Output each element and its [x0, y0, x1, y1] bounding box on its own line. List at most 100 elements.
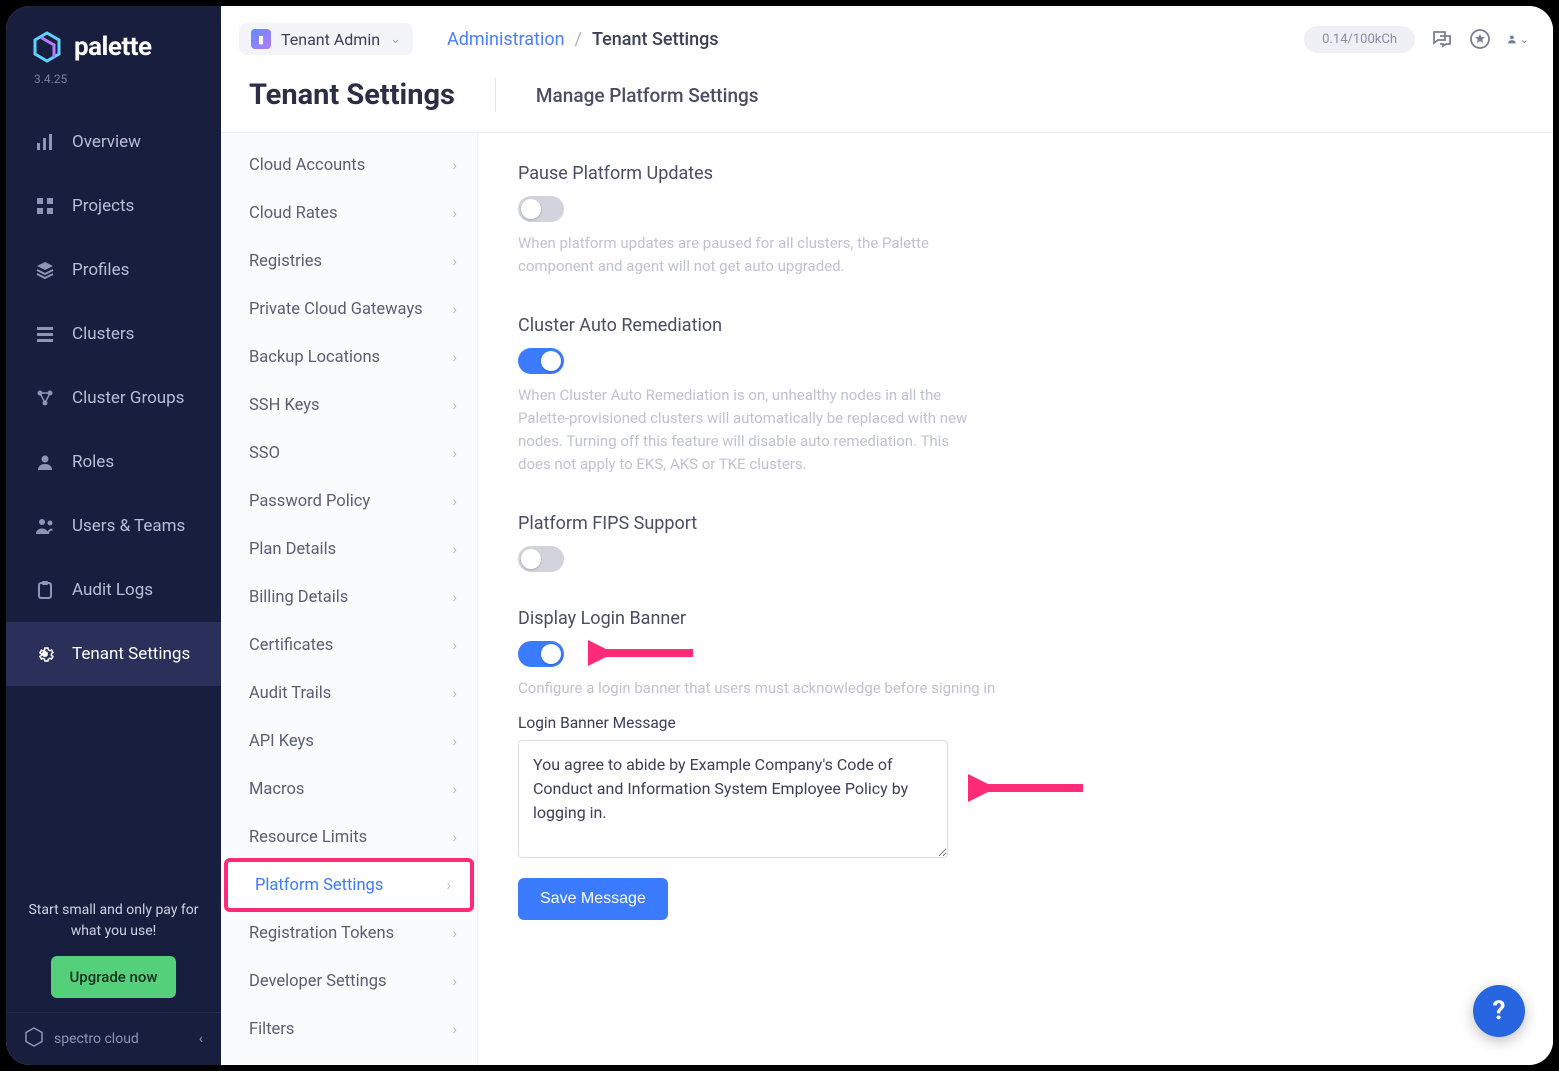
- settings-item-macros[interactable]: Macros›: [221, 765, 477, 813]
- clipboard-icon: [34, 579, 56, 601]
- nav-audit-logs[interactable]: Audit Logs: [6, 558, 221, 622]
- nav-label: Clusters: [72, 324, 134, 344]
- chevron-right-icon: ›: [452, 972, 457, 990]
- settings-item-platform-settings[interactable]: Platform Settings ›: [227, 861, 471, 909]
- login-banner-section: Display Login Banner Configure a login b…: [518, 608, 1038, 920]
- chevron-right-icon: ›: [452, 252, 457, 270]
- settings-item-registration-tokens[interactable]: Registration Tokens›: [221, 909, 477, 957]
- chevron-down-icon: ⌄: [390, 32, 401, 47]
- nav-label: Profiles: [72, 260, 129, 280]
- pause-updates-title: Pause Platform Updates: [518, 163, 978, 184]
- star-icon[interactable]: [1469, 28, 1491, 50]
- settings-item-resource-limits[interactable]: Resource Limits›: [221, 813, 477, 861]
- chevron-right-icon: ›: [452, 732, 457, 750]
- breadcrumb-admin[interactable]: Administration: [447, 29, 565, 50]
- banner-message-input[interactable]: [518, 740, 948, 858]
- nav-label: Users & Teams: [72, 516, 185, 536]
- nav-label: Overview: [72, 132, 141, 152]
- settings-item-password-policy[interactable]: Password Policy›: [221, 477, 477, 525]
- header-divider: [495, 78, 496, 112]
- save-message-button[interactable]: Save Message: [518, 878, 668, 920]
- settings-item-filters[interactable]: Filters›: [221, 1005, 477, 1053]
- auto-remediation-toggle[interactable]: [518, 348, 564, 374]
- nav-overview[interactable]: Overview: [6, 110, 221, 174]
- chevron-right-icon: ›: [452, 204, 457, 222]
- pause-updates-section: Pause Platform Updates When platform upd…: [518, 163, 978, 279]
- settings-item-label: API Keys: [249, 732, 314, 751]
- layers-icon: [34, 259, 56, 281]
- sidebar: palette 3.4.25 Overview Projects Profile…: [6, 6, 221, 1065]
- settings-item-backup-locations[interactable]: Backup Locations ›: [221, 333, 477, 381]
- chat-icon[interactable]: [1431, 28, 1453, 50]
- settings-item-private-cloud-gateways[interactable]: Private Cloud Gateways›: [221, 285, 477, 333]
- chevron-right-icon: ›: [452, 780, 457, 798]
- nav-label: Cluster Groups: [72, 388, 184, 408]
- page-subtitle: Manage Platform Settings: [536, 84, 759, 107]
- sidebar-footer: Start small and only pay for what you us…: [6, 890, 221, 1013]
- settings-item-certificates[interactable]: Certificates›: [221, 621, 477, 669]
- settings-item-label: Plan Details: [249, 540, 336, 559]
- nav-users-teams[interactable]: Users & Teams: [6, 494, 221, 558]
- fips-section: Platform FIPS Support: [518, 513, 978, 572]
- chevron-right-icon: ›: [452, 588, 457, 606]
- topbar-right: 0.14/100kCh ⌄: [1304, 26, 1529, 53]
- fips-toggle[interactable]: [518, 546, 564, 572]
- chevron-right-icon: ›: [452, 924, 457, 942]
- breadcrumb-current: Tenant Settings: [592, 29, 719, 50]
- settings-item-audit-trails[interactable]: Audit Trails ›: [221, 669, 477, 717]
- login-banner-toggle[interactable]: [518, 641, 564, 667]
- brand-footer[interactable]: spectro cloud ‹: [6, 1012, 221, 1065]
- nav-label: Projects: [72, 196, 134, 216]
- nav-profiles[interactable]: Profiles: [6, 238, 221, 302]
- upgrade-button[interactable]: Upgrade now: [51, 956, 175, 999]
- usage-pill: 0.14/100kCh: [1304, 26, 1415, 53]
- brand-footer-label: spectro cloud: [54, 1031, 139, 1047]
- settings-item-ssh-keys[interactable]: SSH Keys›: [221, 381, 477, 429]
- settings-item-api-keys[interactable]: API Keys ›: [221, 717, 477, 765]
- settings-item-billing-details[interactable]: Billing Details ›: [221, 573, 477, 621]
- nav-tenant-settings[interactable]: Tenant Settings: [6, 622, 221, 686]
- nav-projects[interactable]: Projects: [6, 174, 221, 238]
- logo-text: palette: [74, 32, 152, 62]
- scope-selector[interactable]: ▮ Tenant Admin ⌄: [239, 23, 413, 55]
- settings-item-label: Billing Details: [249, 588, 348, 607]
- chevron-right-icon: ›: [452, 444, 457, 462]
- topbar: ▮ Tenant Admin ⌄ Administration / Tenant…: [221, 6, 1553, 62]
- chevron-right-icon: ›: [452, 828, 457, 846]
- nav-cluster-groups[interactable]: Cluster Groups: [6, 366, 221, 430]
- grid-icon: [34, 195, 56, 217]
- chevron-right-icon: ›: [452, 684, 457, 702]
- nav-clusters[interactable]: Clusters: [6, 302, 221, 366]
- palette-logo-icon: [30, 30, 64, 64]
- content: Pause Platform Updates When platform upd…: [478, 133, 1553, 1065]
- chevron-right-icon: ›: [452, 540, 457, 558]
- settings-item-label: Platform Settings: [255, 876, 383, 895]
- settings-item-developer-settings[interactable]: Developer Settings›: [221, 957, 477, 1005]
- auto-remediation-desc: When Cluster Auto Remediation is on, unh…: [518, 384, 978, 477]
- nav-label: Audit Logs: [72, 580, 153, 600]
- user-menu-icon[interactable]: ⌄: [1507, 28, 1529, 50]
- page-title: Tenant Settings: [249, 78, 455, 112]
- settings-item-sso[interactable]: SSO›: [221, 429, 477, 477]
- settings-item-cloud-accounts[interactable]: Cloud Accounts›: [221, 141, 477, 189]
- fips-title: Platform FIPS Support: [518, 513, 978, 534]
- nav-roles[interactable]: Roles: [6, 430, 221, 494]
- settings-item-label: Audit Trails: [249, 684, 331, 703]
- help-fab[interactable]: ?: [1473, 985, 1525, 1037]
- chevron-right-icon: ›: [446, 876, 451, 894]
- chevron-left-icon[interactable]: ‹: [199, 1031, 203, 1047]
- version-label: 3.4.25: [6, 72, 221, 86]
- settings-item-label: Backup Locations: [249, 348, 380, 367]
- settings-item-plan-details[interactable]: Plan Details ›: [221, 525, 477, 573]
- settings-item-cloud-rates[interactable]: Cloud Rates›: [221, 189, 477, 237]
- pause-updates-desc: When platform updates are paused for all…: [518, 232, 978, 279]
- pause-updates-toggle[interactable]: [518, 196, 564, 222]
- bar-chart-icon: [34, 131, 56, 153]
- breadcrumb-sep: /: [575, 29, 582, 50]
- nav-label: Tenant Settings: [72, 644, 190, 664]
- chevron-right-icon: ›: [452, 396, 457, 414]
- settings-item-label: Cloud Accounts: [249, 156, 365, 175]
- settings-item-registries[interactable]: Registries›: [221, 237, 477, 285]
- users-icon: [34, 515, 56, 537]
- chevron-right-icon: ›: [452, 348, 457, 366]
